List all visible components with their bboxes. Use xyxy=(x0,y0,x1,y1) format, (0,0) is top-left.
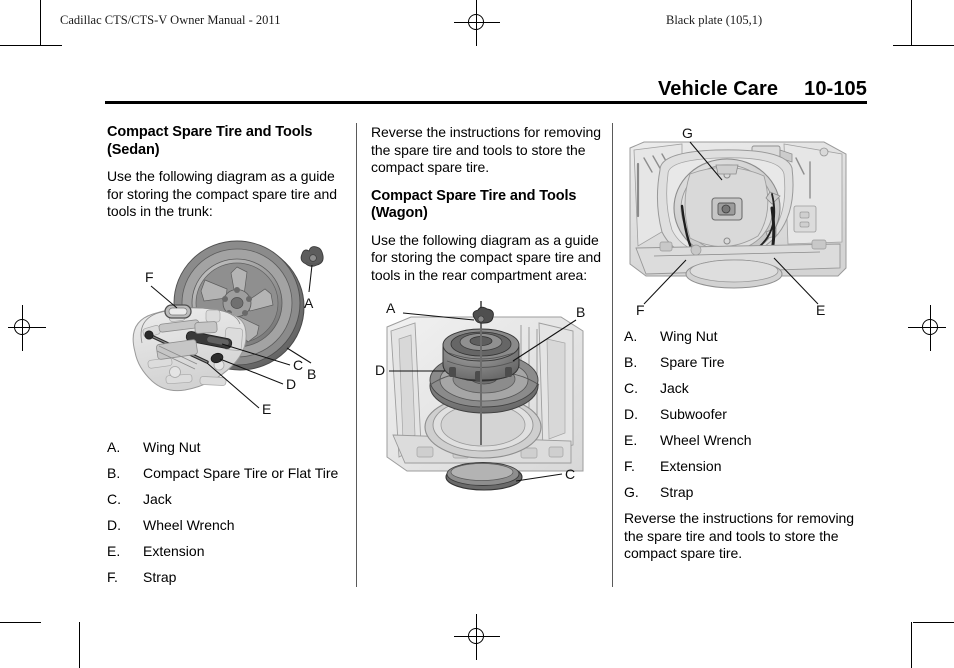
legend-item: F. Extension xyxy=(624,458,861,475)
crop-mark-top-left-horizontal xyxy=(0,45,62,46)
crop-mark-bottom-left-horizontal xyxy=(0,622,41,623)
legend-item: C. Jack xyxy=(624,380,861,397)
closing-paragraph: Reverse the instructions for removing th… xyxy=(624,510,855,561)
registration-mark-top xyxy=(454,0,500,46)
callout-f: F xyxy=(636,302,645,318)
column-one: Compact Spare Tire and Tools (Sedan) Use… xyxy=(107,124,344,595)
legend-value: Wheel Wrench xyxy=(660,432,752,448)
legend-key: G. xyxy=(624,484,639,500)
legend-value: Wing Nut xyxy=(143,438,201,455)
legend-item: A. Wing Nut xyxy=(107,439,344,456)
legend-item: D. Subwoofer xyxy=(624,406,861,423)
legend-key: E. xyxy=(107,542,121,559)
legend-value: Wheel Wrench xyxy=(143,516,235,533)
legend-item: D. Wheel Wrench xyxy=(107,517,344,534)
column-two: Reverse the instructions for removing th… xyxy=(371,124,608,495)
callout-g: G xyxy=(682,125,693,141)
legend-value: Jack xyxy=(143,490,172,507)
chapter-title: Vehicle Care xyxy=(657,78,779,100)
jack-graphic xyxy=(445,462,523,491)
wagon-compartment-illustration: G F E xyxy=(629,125,847,318)
legend-item: B. Spare Tire xyxy=(624,354,861,371)
column-three: G F E A. Wing Nut B. Spare Tire C. Jack … xyxy=(624,124,861,563)
callout-f: F xyxy=(145,269,154,285)
registration-mark-right xyxy=(908,305,954,351)
callout-e: E xyxy=(262,401,271,417)
running-head-right: Black plate (105,1) xyxy=(666,13,763,27)
crop-mark-top-right-horizontal xyxy=(893,45,954,46)
legend-key: E. xyxy=(624,432,638,448)
crop-mark-bottom-right-horizontal xyxy=(913,622,954,623)
wagon-exploded-illustration: A B C D xyxy=(375,300,585,491)
legend-key: B. xyxy=(107,464,121,481)
legend-value: Subwoofer xyxy=(660,406,727,422)
legend-value: Strap xyxy=(660,484,694,500)
column-divider-1 xyxy=(356,123,357,587)
column-divider-2 xyxy=(612,123,613,587)
callout-b: B xyxy=(307,366,316,382)
sedan-spare-tire-figure: A B C D E F xyxy=(107,232,344,439)
wagon-compartment-figure: G F E xyxy=(624,124,861,318)
registration-circle xyxy=(14,319,30,335)
page-header: Vehicle Care 10-105 xyxy=(105,78,867,101)
page-number: 10-105 xyxy=(804,78,867,100)
intro-paragraph-sedan: Use the following diagram as a guide for… xyxy=(107,168,337,219)
sedan-spare-tire-illustration: A B C D E F xyxy=(132,240,324,417)
legend-key: F. xyxy=(624,458,635,474)
intro-paragraph-wagon: Use the following diagram as a guide for… xyxy=(371,231,601,283)
legend-list-wagon: A. Wing Nut B. Spare Tire C. Jack D. Sub… xyxy=(624,328,861,501)
registration-circle xyxy=(468,14,484,30)
callout-e: E xyxy=(816,302,825,318)
legend-key: A. xyxy=(107,438,121,455)
crop-mark-bottom-right-vertical xyxy=(911,622,912,668)
section-title-sedan: Compact Spare Tire and Tools (Sedan) xyxy=(107,124,313,158)
legend-item: E. Wheel Wrench xyxy=(624,432,861,449)
legend-value: Extension xyxy=(143,542,205,559)
wing-nut-graphic xyxy=(300,245,324,267)
legend-value: Jack xyxy=(660,380,689,396)
registration-circle xyxy=(922,319,938,335)
trunk-foam-tray-graphic xyxy=(132,303,247,391)
legend-value: Spare Tire xyxy=(660,354,725,370)
legend-item: B. Compact Spare Tire or Flat Tire xyxy=(107,465,344,482)
callout-d: D xyxy=(375,362,385,378)
crop-mark-top-right-vertical xyxy=(911,0,912,45)
continued-paragraph: Reverse the instructions for removing th… xyxy=(371,124,602,175)
section-title-wagon: Compact Spare Tire and Tools (Wagon) xyxy=(371,187,577,222)
legend-key: B. xyxy=(624,354,638,370)
wagon-exploded-figure: A B C D xyxy=(371,295,608,495)
crop-mark-bottom-left-vertical xyxy=(79,622,80,668)
legend-key: D. xyxy=(107,516,121,533)
legend-item: G. Strap xyxy=(624,484,861,501)
legend-item: A. Wing Nut xyxy=(624,328,861,345)
legend-value: Compact Spare Tire or Flat Tire xyxy=(143,464,339,481)
callout-c: C xyxy=(293,357,303,373)
wing-nut-graphic xyxy=(472,306,494,324)
legend-key: D. xyxy=(624,406,638,422)
legend-list-sedan: A. Wing Nut B. Compact Spare Tire or Fla… xyxy=(107,439,344,586)
callout-a: A xyxy=(386,300,396,316)
callout-c: C xyxy=(565,466,575,482)
legend-item: C. Jack xyxy=(107,491,344,508)
legend-item: E. Extension xyxy=(107,543,344,560)
registration-circle xyxy=(468,628,484,644)
legend-value: Wing Nut xyxy=(660,328,718,344)
callout-b: B xyxy=(576,304,585,320)
crop-mark-top-left-vertical xyxy=(40,0,41,45)
running-head-left: Cadillac CTS/CTS-V Owner Manual - 2011 xyxy=(60,13,281,27)
callout-a: A xyxy=(304,295,314,311)
legend-value: Strap xyxy=(143,568,177,585)
callout-d: D xyxy=(286,376,296,392)
legend-key: A. xyxy=(624,328,638,344)
strap-grommet xyxy=(164,303,192,319)
legend-key: C. xyxy=(107,490,121,507)
header-rule xyxy=(105,101,867,104)
legend-key: F. xyxy=(107,568,118,585)
legend-value: Extension xyxy=(660,458,722,474)
registration-mark-left xyxy=(0,305,46,351)
registration-mark-bottom xyxy=(454,614,500,660)
legend-key: C. xyxy=(624,380,638,396)
legend-item: F. Strap xyxy=(107,569,344,586)
